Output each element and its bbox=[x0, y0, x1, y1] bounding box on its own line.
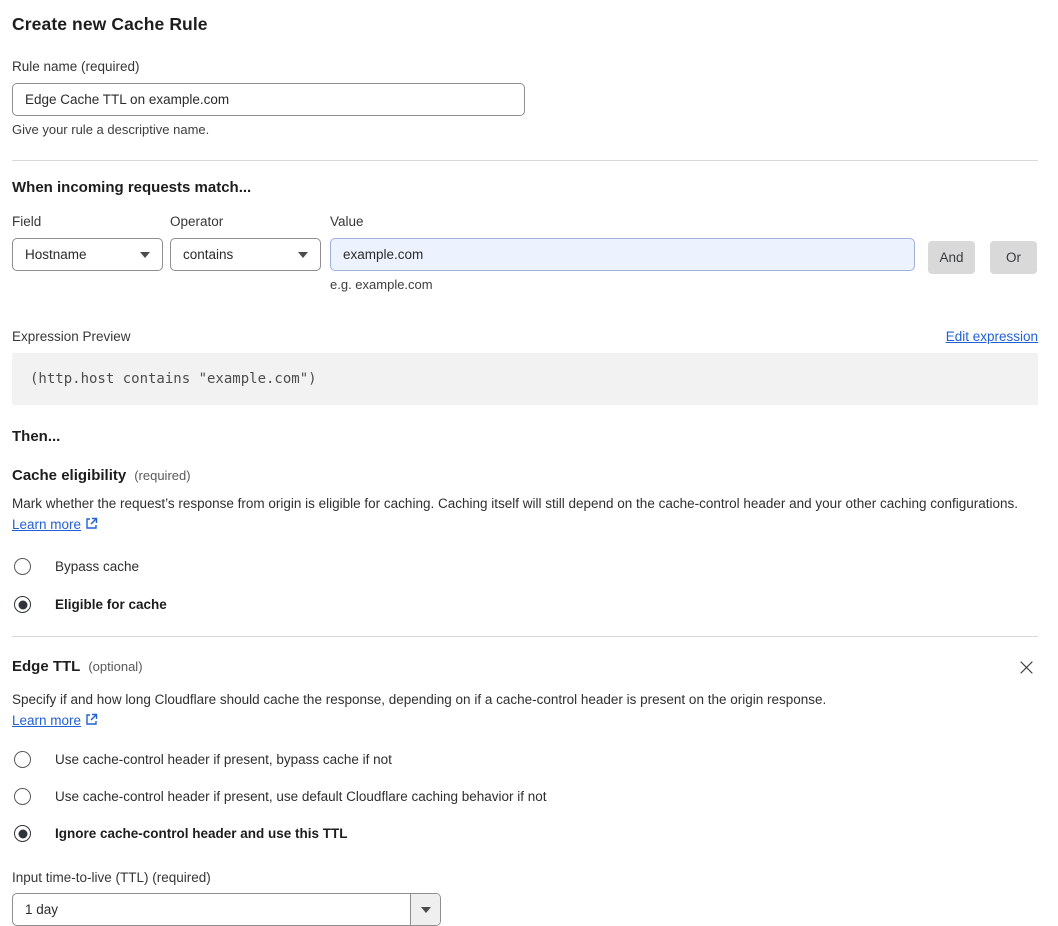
chevron-down-icon bbox=[420, 906, 431, 913]
page-title: Create new Cache Rule bbox=[12, 14, 208, 34]
radio-unselected-icon bbox=[14, 558, 31, 575]
radio-selected-icon bbox=[14, 596, 31, 613]
edit-expression-link[interactable]: Edit expression bbox=[946, 329, 1038, 344]
operator-label: Operator bbox=[170, 214, 224, 229]
radio-unselected-icon bbox=[14, 788, 31, 805]
value-label: Value bbox=[330, 214, 364, 229]
edge-ttl-title-group: Edge TTL (optional) bbox=[12, 658, 143, 675]
ttl-label: Input time-to-live (TTL) (required) bbox=[12, 870, 211, 885]
rule-name-group: Rule name (required) Give your rule a de… bbox=[12, 59, 1038, 137]
cache-eligibility-heading: Cache eligibility bbox=[12, 467, 127, 484]
and-button[interactable]: And bbox=[928, 241, 975, 274]
operator-select-value: contains bbox=[183, 247, 234, 262]
radio-eligible-for-cache[interactable]: Eligible for cache bbox=[12, 596, 1038, 613]
value-input[interactable] bbox=[330, 238, 915, 271]
rule-name-label: Rule name (required) bbox=[12, 59, 140, 74]
ttl-select[interactable]: 1 day bbox=[12, 893, 441, 926]
radio-label: Ignore cache-control header and use this… bbox=[55, 826, 348, 841]
ttl-select-arrow-button[interactable] bbox=[410, 894, 440, 925]
cache-eligibility-description-text: Mark whether the request’s response from… bbox=[12, 496, 1019, 511]
edge-ttl-optional-note: (optional) bbox=[88, 659, 143, 674]
expression-preview-box: (http.host contains "example.com") bbox=[12, 353, 1038, 405]
cache-eligibility-required-note: (required) bbox=[134, 468, 191, 483]
radio-use-header-bypass[interactable]: Use cache-control header if present, byp… bbox=[12, 751, 1038, 768]
radio-label: Eligible for cache bbox=[55, 597, 167, 612]
close-icon[interactable] bbox=[1017, 658, 1036, 680]
then-heading: Then... bbox=[12, 428, 61, 445]
radio-unselected-icon bbox=[14, 751, 31, 768]
match-heading: When incoming requests match... bbox=[12, 179, 252, 196]
rule-name-input[interactable] bbox=[12, 83, 525, 116]
expression-builder-row: Field Hostname Operator contains Value e… bbox=[12, 214, 1038, 292]
external-link-icon bbox=[85, 711, 98, 732]
operator-column: Operator contains bbox=[170, 214, 321, 271]
cache-eligibility-options: Bypass cache Eligible for cache bbox=[12, 558, 1038, 613]
radio-use-header-default[interactable]: Use cache-control header if present, use… bbox=[12, 788, 1038, 805]
value-column: Value e.g. example.com bbox=[330, 214, 915, 292]
radio-label: Bypass cache bbox=[55, 559, 140, 574]
edge-ttl-header: Edge TTL (optional) bbox=[12, 658, 1038, 680]
create-cache-rule-form: Create new Cache Rule Rule name (require… bbox=[0, 0, 1038, 926]
expression-preview-header: Expression Preview Edit expression bbox=[12, 329, 1038, 344]
edge-ttl-description-text: Specify if and how long Cloudflare shoul… bbox=[12, 692, 827, 707]
field-column: Field Hostname bbox=[12, 214, 163, 271]
radio-label: Use cache-control header if present, byp… bbox=[55, 752, 392, 767]
connector-buttons: And Or bbox=[915, 241, 1037, 274]
field-label: Field bbox=[12, 214, 42, 229]
ttl-select-value: 1 day bbox=[25, 902, 59, 917]
cache-eligibility-header: Cache eligibility (required) bbox=[12, 467, 1038, 484]
chevron-down-icon bbox=[140, 251, 150, 258]
or-button[interactable]: Or bbox=[990, 241, 1037, 274]
radio-bypass-cache[interactable]: Bypass cache bbox=[12, 558, 1038, 575]
operator-select[interactable]: contains bbox=[170, 238, 321, 271]
expression-code: (http.host contains "example.com") bbox=[30, 371, 317, 387]
field-select[interactable]: Hostname bbox=[12, 238, 163, 271]
edge-ttl-heading: Edge TTL bbox=[12, 658, 81, 675]
edge-ttl-options: Use cache-control header if present, byp… bbox=[12, 751, 1038, 842]
radio-label: Use cache-control header if present, use… bbox=[55, 789, 547, 804]
value-help: e.g. example.com bbox=[330, 277, 433, 292]
cache-eligibility-description: Mark whether the request’s response from… bbox=[12, 493, 1038, 536]
learn-more-link[interactable]: Learn more bbox=[12, 713, 81, 728]
expression-preview-label: Expression Preview bbox=[12, 329, 131, 344]
radio-selected-icon bbox=[14, 825, 31, 842]
section-divider bbox=[12, 636, 1038, 637]
external-link-icon bbox=[85, 515, 98, 536]
rule-name-help: Give your rule a descriptive name. bbox=[12, 122, 210, 137]
edge-ttl-description: Specify if and how long Cloudflare shoul… bbox=[12, 689, 852, 732]
section-divider bbox=[12, 160, 1038, 161]
chevron-down-icon bbox=[298, 251, 308, 258]
field-select-value: Hostname bbox=[25, 247, 87, 262]
learn-more-link[interactable]: Learn more bbox=[12, 517, 81, 532]
radio-ignore-header-use-ttl[interactable]: Ignore cache-control header and use this… bbox=[12, 825, 1038, 842]
